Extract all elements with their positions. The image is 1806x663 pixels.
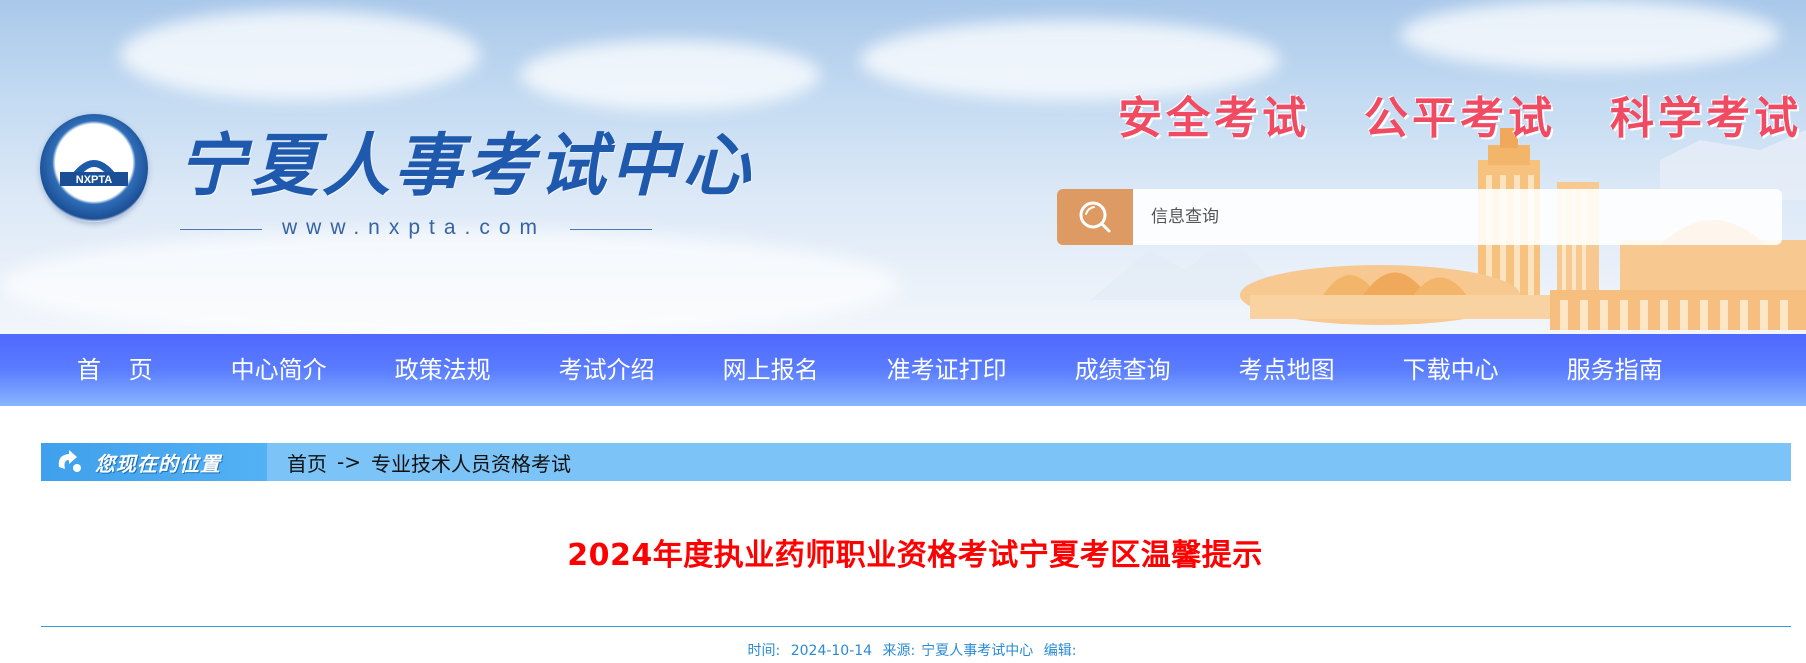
breadcrumb-separator: -> bbox=[337, 450, 361, 474]
slogan-group: 安全考试 公平考试 科学考试 bbox=[1118, 82, 1802, 146]
logo-divider-left bbox=[180, 229, 262, 230]
breadcrumb: 您现在的位置 首页 -> 专业技术人员资格考试 bbox=[41, 443, 1791, 481]
breadcrumb-label: 您现在的位置 bbox=[95, 451, 221, 476]
site-url: www.nxpta.com bbox=[282, 216, 547, 239]
slogan-scientific: 科学考试 bbox=[1610, 93, 1802, 144]
breadcrumb-label-box: 您现在的位置 bbox=[41, 443, 267, 481]
nav-item-score-query[interactable]: 成绩查询 bbox=[1041, 334, 1205, 406]
svg-text:NXPTA: NXPTA bbox=[76, 174, 113, 186]
meta-source-value: 宁夏人事考试中心 bbox=[921, 643, 1034, 659]
search-button[interactable] bbox=[1057, 189, 1133, 245]
main-nav: 首 页 中心简介 政策法规 考试介绍 网上报名 准考证打印 成绩查询 考点地图 … bbox=[0, 334, 1806, 406]
meta-editor-label: 编辑: bbox=[1043, 643, 1077, 659]
meta-source-label: 来源: bbox=[882, 643, 916, 659]
nav-item-exam-map[interactable]: 考点地图 bbox=[1205, 334, 1369, 406]
header-banner: NXPTA 宁夏人事考试中心 www.nxpta.com 安全考试 公平考试 科… bbox=[0, 0, 1806, 334]
search-icon bbox=[1079, 201, 1111, 233]
meta-time-value: 2024-10-14 bbox=[790, 643, 873, 659]
article-title: 2024年度执业药师职业资格考试宁夏考区温馨提示 bbox=[567, 538, 1263, 573]
location-arrow-icon bbox=[58, 450, 81, 472]
nav-item-downloads[interactable]: 下载中心 bbox=[1369, 334, 1533, 406]
search-box bbox=[1057, 189, 1782, 245]
nav-item-exam-intro[interactable]: 考试介绍 bbox=[525, 334, 689, 406]
nav-item-online-registration[interactable]: 网上报名 bbox=[689, 334, 853, 406]
site-title: 宁夏人事考试中心 bbox=[178, 126, 755, 206]
meta-time-label: 时间: bbox=[747, 643, 781, 659]
breadcrumb-current-link[interactable]: 专业技术人员资格考试 bbox=[371, 448, 571, 477]
nav-item-home[interactable]: 首 页 bbox=[43, 334, 197, 406]
logo-tent-icon: NXPTA bbox=[60, 160, 128, 186]
nav-item-policy[interactable]: 政策法规 bbox=[361, 334, 525, 406]
nav-item-service-guide[interactable]: 服务指南 bbox=[1533, 334, 1697, 406]
article-divider bbox=[41, 626, 1791, 627]
search-input[interactable] bbox=[1133, 189, 1782, 245]
logo-divider-right bbox=[570, 229, 652, 230]
nav-item-admission-ticket[interactable]: 准考证打印 bbox=[853, 334, 1041, 406]
breadcrumb-path: 首页 -> 专业技术人员资格考试 bbox=[267, 448, 571, 477]
breadcrumb-home-link[interactable]: 首页 bbox=[287, 448, 327, 477]
slogan-fair: 公平考试 bbox=[1364, 93, 1556, 144]
nav-item-about[interactable]: 中心简介 bbox=[197, 334, 361, 406]
nxpta-logo-emblem[interactable]: NXPTA bbox=[40, 114, 148, 222]
article-meta: 时间: 2024-10-14 来源: 宁夏人事考试中心 编辑: bbox=[0, 640, 1806, 660]
slogan-safe: 安全考试 bbox=[1118, 93, 1310, 144]
